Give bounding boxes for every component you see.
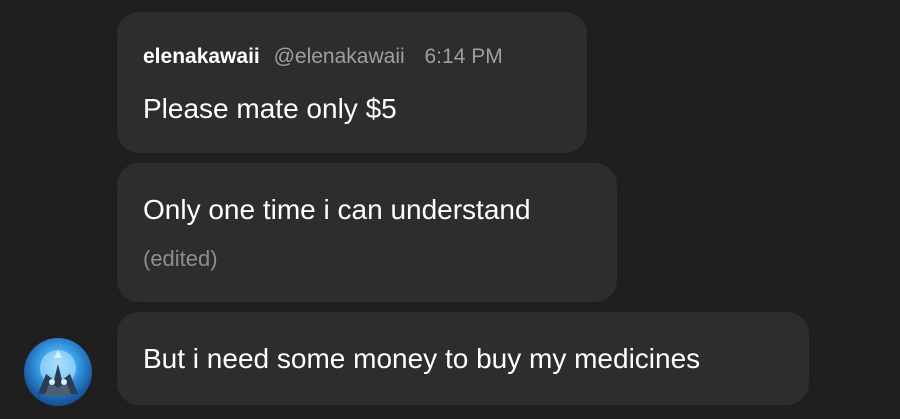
message-bubble[interactable]: Only one time i can understand (edited)	[117, 163, 617, 302]
timestamp: 6:14 PM	[424, 45, 503, 68]
message-text: Please mate only $5	[143, 93, 397, 124]
message-bubble[interactable]: But i need some money to buy my medicine…	[117, 312, 809, 405]
message-header: elenakawaii @elenakawaii 6:14 PM	[143, 44, 503, 70]
username[interactable]: elenakawaii	[143, 45, 260, 68]
user-handle[interactable]: @elenakawaii	[274, 45, 405, 68]
message-text: Only one time i can understand	[143, 194, 531, 225]
avatar[interactable]	[24, 338, 92, 406]
message-text: But i need some money to buy my medicine…	[143, 343, 701, 374]
edited-label: (edited)	[143, 246, 218, 271]
avatar-image-icon	[38, 350, 78, 396]
chat-thread: elenakawaii @elenakawaii 6:14 PM Please …	[0, 0, 900, 419]
message-bubble[interactable]: elenakawaii @elenakawaii 6:14 PM Please …	[117, 12, 587, 153]
